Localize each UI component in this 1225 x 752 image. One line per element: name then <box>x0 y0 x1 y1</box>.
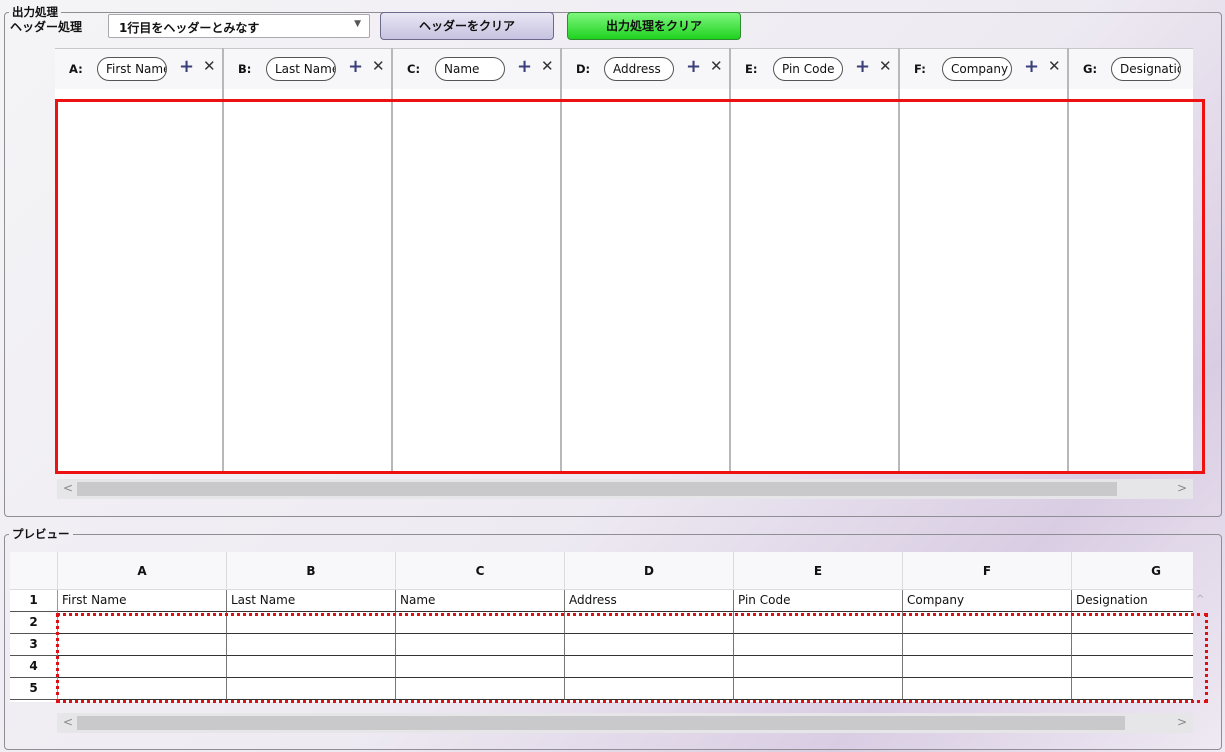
mapping-highlight-frame <box>55 99 1205 474</box>
grid-column-header[interactable]: D <box>565 552 734 590</box>
grid-column-header[interactable]: C <box>396 552 565 590</box>
column-name-input[interactable]: First Name <box>97 57 167 81</box>
mapping-column-header: B: Last Name + ✕ <box>224 48 391 90</box>
grid-row-header[interactable]: 5 <box>10 678 58 700</box>
column-name-input[interactable]: Company <box>942 57 1012 81</box>
add-column-icon[interactable]: + <box>1024 56 1039 77</box>
remove-column-icon[interactable]: ✕ <box>710 57 723 75</box>
column-name-input[interactable]: Name <box>435 57 505 81</box>
grid-column-header[interactable]: E <box>734 552 903 590</box>
add-column-icon[interactable]: + <box>686 56 701 77</box>
column-letter: B: <box>238 62 252 76</box>
grid-row-header[interactable]: 4 <box>10 656 58 678</box>
scroll-right-icon[interactable]: > <box>1177 481 1187 495</box>
scroll-up-icon[interactable]: ^ <box>1196 594 1204 605</box>
column-letter: D: <box>576 62 591 76</box>
add-column-icon[interactable]: + <box>517 56 532 77</box>
mapping-column-header: F: Company + ✕ <box>900 48 1067 90</box>
add-column-icon[interactable]: + <box>855 56 870 77</box>
grid-cell[interactable]: Name <box>396 590 565 612</box>
grid-cell[interactable]: Last Name <box>227 590 396 612</box>
grid-cell[interactable]: Designation <box>1072 590 1193 612</box>
mapping-column-header: C: Name + ✕ <box>393 48 560 90</box>
remove-column-icon[interactable]: ✕ <box>1048 57 1061 75</box>
scroll-left-icon[interactable]: < <box>63 481 73 495</box>
grid-row-header[interactable]: 2 <box>10 612 58 634</box>
remove-column-icon[interactable]: ✕ <box>541 57 554 75</box>
chevron-down-icon: ▼ <box>354 19 361 29</box>
grid-cell[interactable]: Pin Code <box>734 590 903 612</box>
column-name-input[interactable]: Address <box>604 57 674 81</box>
grid-cell[interactable]: Address <box>565 590 734 612</box>
header-processing-select-value: 1行目をヘッダーとみなす <box>119 21 260 35</box>
grid-cell[interactable]: Company <box>903 590 1072 612</box>
mapping-column-header: D: Address + ✕ <box>562 48 729 90</box>
clear-header-button[interactable]: ヘッダーをクリア <box>380 12 554 40</box>
scroll-left-icon[interactable]: < <box>63 715 73 729</box>
grid-column-header[interactable]: G <box>1072 552 1193 590</box>
mapping-column-header: A: First Name + ✕ <box>55 48 222 90</box>
column-letter: G: <box>1083 62 1098 76</box>
scrollbar-thumb[interactable] <box>77 716 1125 730</box>
scroll-right-icon[interactable]: > <box>1177 715 1187 729</box>
scrollbar-thumb[interactable] <box>77 482 1117 496</box>
header-processing-select[interactable]: 1行目をヘッダーとみなす ▼ <box>108 14 370 38</box>
grid-cell[interactable]: First Name <box>58 590 227 612</box>
remove-column-icon[interactable]: ✕ <box>879 57 892 75</box>
column-letter: A: <box>69 62 83 76</box>
column-name-input[interactable]: Designation <box>1111 57 1181 81</box>
mapping-column-header: E: Pin Code + ✕ <box>731 48 898 90</box>
grid-row-header[interactable]: 1 <box>10 590 58 612</box>
column-letter: C: <box>407 62 421 76</box>
grid-column-header[interactable]: F <box>903 552 1072 590</box>
header-processing-label: ヘッダー処理 <box>10 20 83 34</box>
preview-legend: プレビュー <box>9 526 73 542</box>
column-letter: F: <box>914 62 926 76</box>
output-horizontal-scrollbar[interactable]: < > <box>57 479 1193 499</box>
preview-horizontal-scrollbar[interactable]: < > <box>57 713 1193 733</box>
mapping-column-header: G:Designation+✕ <box>1069 48 1193 90</box>
remove-column-icon[interactable]: ✕ <box>203 57 216 75</box>
column-name-input[interactable]: Pin Code <box>773 57 843 81</box>
column-letter: E: <box>745 62 758 76</box>
grid-column-header[interactable]: B <box>227 552 396 590</box>
preview-highlight-frame <box>56 613 1208 703</box>
column-name-input[interactable]: Last Name <box>266 57 336 81</box>
remove-column-icon[interactable]: ✕ <box>372 57 385 75</box>
add-column-icon[interactable]: + <box>348 56 363 77</box>
grid-row-header[interactable]: 3 <box>10 634 58 656</box>
clear-output-button[interactable]: 出力処理をクリア <box>567 12 741 40</box>
add-column-icon[interactable]: + <box>179 56 194 77</box>
grid-corner <box>10 552 58 590</box>
grid-column-header[interactable]: A <box>58 552 227 590</box>
